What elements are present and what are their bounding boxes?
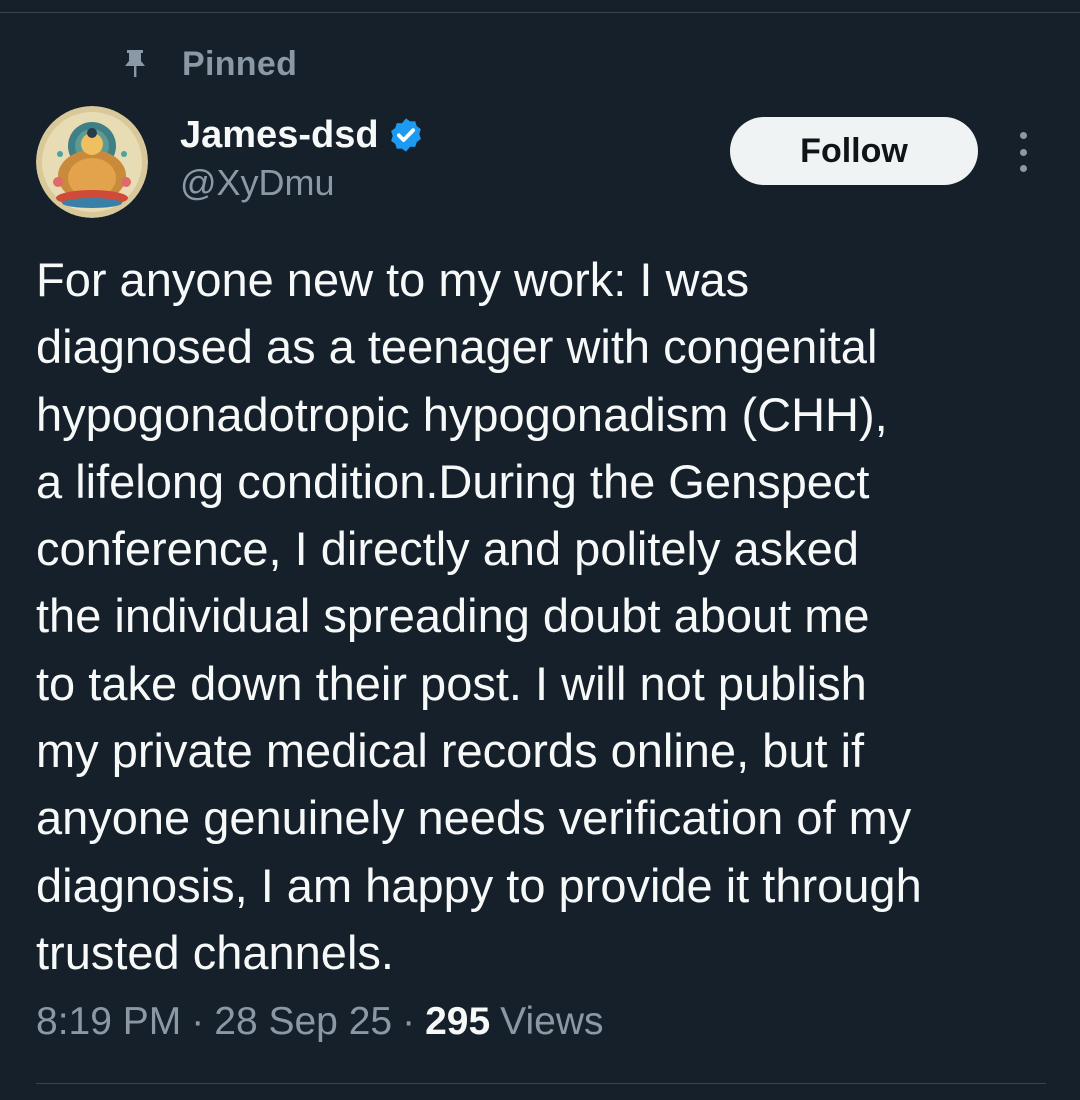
- more-dot: [1019, 148, 1027, 156]
- views-count[interactable]: 295: [425, 1000, 490, 1044]
- top-divider: [0, 12, 1080, 13]
- verified-badge-icon: [387, 116, 425, 154]
- more-dot: [1019, 165, 1027, 172]
- pinned-label: Pinned: [182, 44, 298, 83]
- tweet-time[interactable]: 8:19 PM: [36, 1000, 181, 1044]
- more-options-icon[interactable]: [1008, 132, 1038, 172]
- pinned-indicator: Pinned: [122, 44, 297, 84]
- author-info: James-dsd @XyDmu: [180, 112, 425, 204]
- meta-separator: ·: [402, 1000, 416, 1043]
- tweet-page: Pinned James-dsd @XyDmu Follow For anyon…: [0, 0, 1080, 1100]
- author-name-row: James-dsd: [180, 112, 425, 158]
- bottom-divider: [36, 1083, 1046, 1084]
- buddha-avatar-icon: [36, 106, 148, 218]
- more-dot: [1019, 132, 1027, 139]
- author-handle[interactable]: @XyDmu: [180, 162, 425, 204]
- pin-icon: [122, 49, 148, 79]
- tweet-date[interactable]: 28 Sep 25: [214, 1000, 392, 1044]
- avatar[interactable]: [36, 106, 148, 218]
- views-label[interactable]: Views: [500, 1000, 603, 1044]
- meta-separator: ·: [191, 1000, 205, 1043]
- follow-button[interactable]: Follow: [730, 117, 978, 185]
- tweet-meta: 8:19 PM · 28 Sep 25 · 295 Views: [36, 1000, 603, 1044]
- author-display-name[interactable]: James-dsd: [180, 114, 379, 157]
- tweet-text: For anyone new to my work: I was diagnos…: [36, 253, 922, 979]
